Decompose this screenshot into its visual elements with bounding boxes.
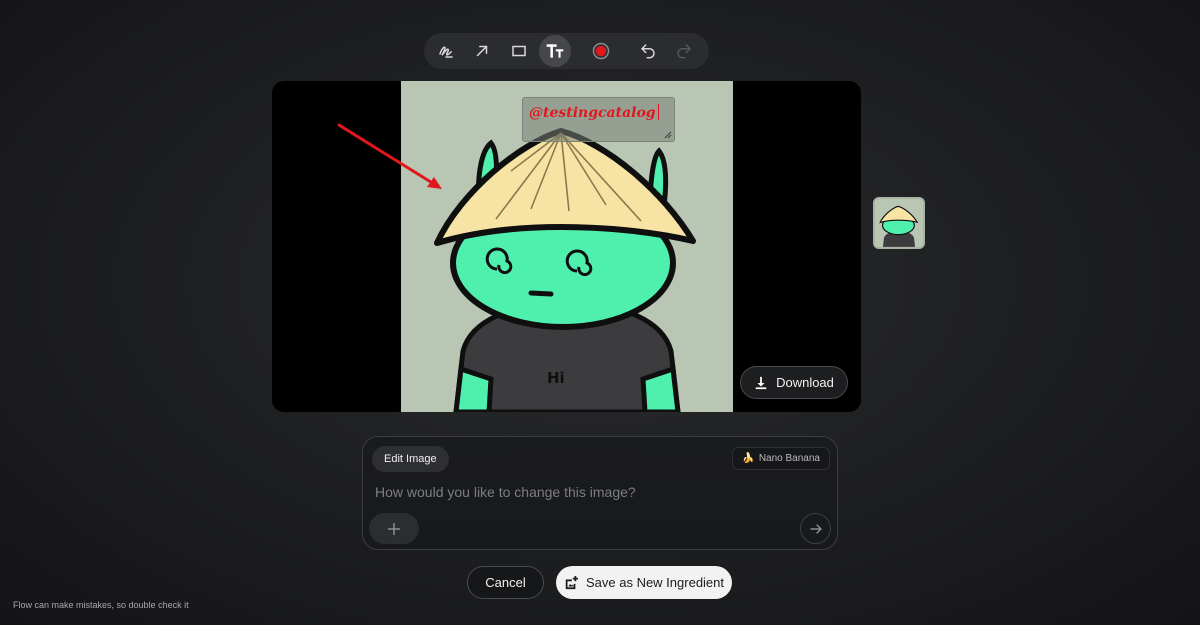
disclaimer-text: Flow can make mistakes, so double check … [13, 600, 189, 610]
color-swatch-icon [593, 42, 610, 60]
resize-grip-icon[interactable] [664, 131, 672, 139]
thumbnail-artwork [875, 199, 923, 247]
download-label: Download [776, 375, 834, 390]
rectangle-tool[interactable] [503, 35, 534, 67]
text-annotation-box[interactable]: @testingcatalog [522, 97, 675, 142]
redo-tool[interactable] [669, 35, 700, 67]
add-image-icon [565, 575, 578, 589]
text-annotation-content: @testingcatalog [529, 105, 656, 121]
arrow-icon [476, 45, 488, 57]
send-button[interactable] [800, 513, 831, 544]
download-button[interactable]: Download [740, 366, 848, 399]
edit-image-chip[interactable]: Edit Image [372, 446, 449, 472]
annotation-toolbar [424, 33, 709, 69]
plus-icon [388, 522, 400, 535]
download-icon [755, 376, 767, 389]
save-as-new-ingredient-button[interactable]: Save as New Ingredient [556, 566, 732, 599]
image-thumbnail[interactable] [873, 197, 925, 249]
edit-prompt-panel: Edit Image 🍌 Nano Banana [362, 436, 838, 550]
redo-icon [677, 44, 691, 59]
arrow-right-icon [809, 523, 822, 534]
text-caret [657, 104, 659, 120]
arrow-tool[interactable] [466, 35, 497, 67]
add-attachment-button[interactable] [369, 513, 419, 544]
rectangle-icon [511, 45, 526, 57]
banana-icon: 🍌 [742, 453, 755, 464]
undo-tool[interactable] [632, 35, 663, 67]
scribble-icon [438, 46, 453, 58]
prompt-input[interactable] [375, 481, 825, 503]
cancel-button[interactable]: Cancel [467, 566, 544, 599]
edit-image-label: Edit Image [384, 453, 437, 465]
save-label: Save as New Ingredient [585, 575, 725, 590]
undo-icon [641, 44, 655, 59]
model-label: Nano Banana [758, 453, 820, 464]
cancel-label: Cancel [485, 575, 526, 590]
model-selector[interactable]: 🍌 Nano Banana [732, 447, 830, 470]
text-tool[interactable] [539, 35, 571, 67]
color-picker-tool[interactable] [586, 35, 617, 67]
freehand-draw-tool[interactable] [430, 35, 461, 67]
text-size-icon [546, 44, 564, 58]
image-canvas[interactable]: Hi @testingcatalog Download [272, 81, 861, 412]
